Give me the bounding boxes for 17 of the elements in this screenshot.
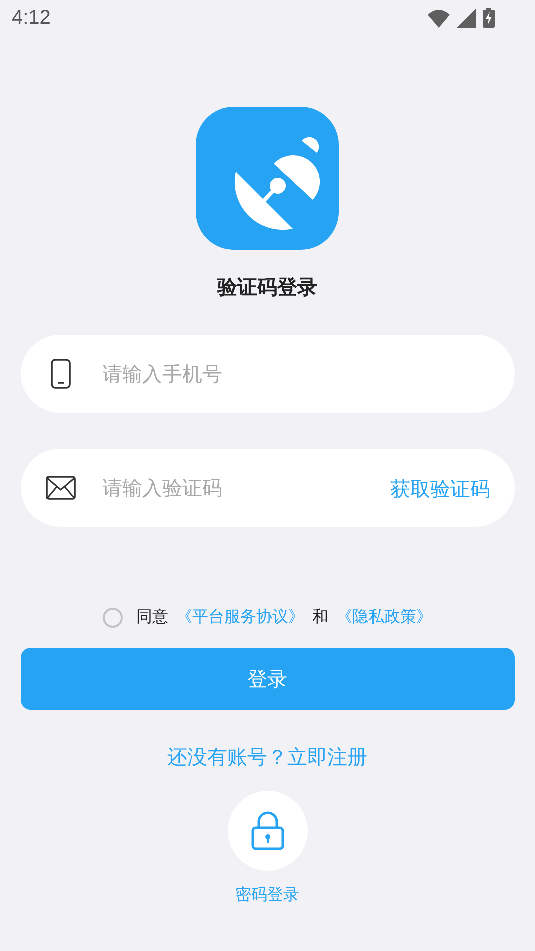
signal-icon — [457, 8, 476, 28]
policy-link[interactable]: 《平台服务协议》 — [176, 607, 304, 628]
phone-icon — [50, 359, 70, 389]
password-login-link[interactable]: 密码登录 — [236, 885, 300, 906]
login-button[interactable]: 登录 — [20, 648, 514, 710]
input-field[interactable]: 请输入手机号 — [20, 335, 514, 413]
agreement-text: 同意 《平台服务协议》 和 《隐私政策》 — [136, 607, 432, 628]
register-link[interactable]: 还没有账号？立即注册 — [168, 744, 368, 771]
wifi-icon — [428, 8, 450, 28]
envelope-icon — [46, 476, 76, 500]
agree-checkbox[interactable] — [102, 608, 122, 628]
policy-link[interactable]: 《隐私政策》 — [336, 607, 432, 628]
page-title: 验证码登录 — [218, 274, 318, 301]
battery-icon — [483, 8, 495, 28]
lock-icon — [250, 811, 284, 851]
get-code-button[interactable]: 获取验证码 — [390, 476, 490, 503]
status-time: 4:12 — [12, 6, 51, 30]
